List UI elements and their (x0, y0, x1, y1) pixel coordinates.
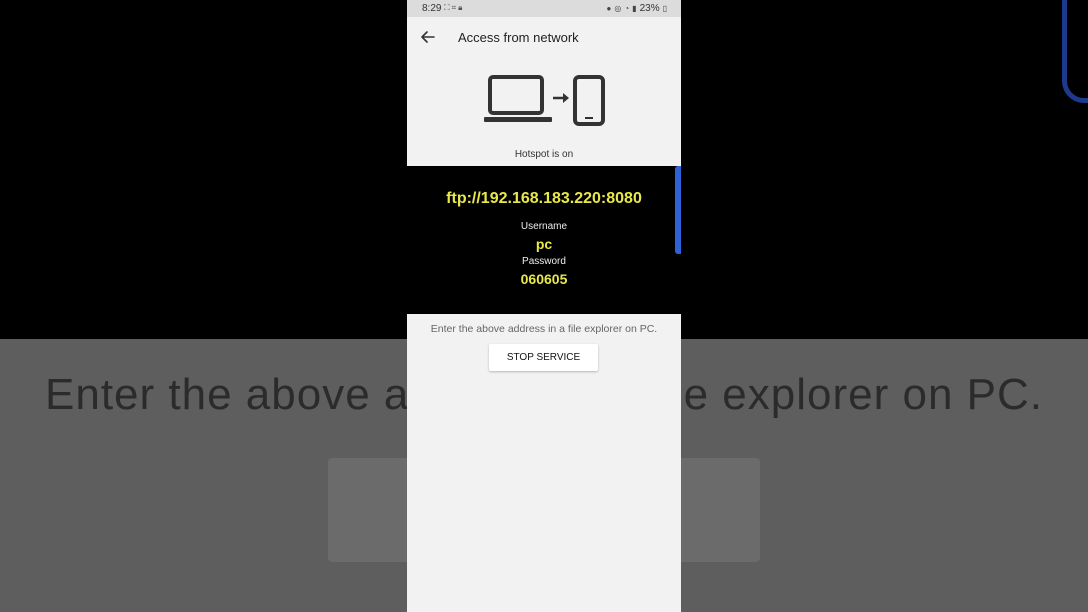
alarm-icon: ● (606, 4, 612, 13)
background-blue-edge (1062, 0, 1088, 103)
status-left-icons: ⛶⌗🔒︎ (444, 3, 464, 13)
battery-level: 23% (639, 3, 660, 14)
app-bar: Access from network (407, 17, 681, 59)
battery-icon: ▯ (662, 4, 667, 13)
status-bar: 8:29 ⛶⌗🔒︎ ● ◎ ◔ ▮ 23% ▯ (407, 0, 681, 17)
username-label: Username (520, 221, 568, 232)
back-arrow-icon (421, 31, 435, 43)
status-right: ● ◎ ◔ ▮ 23% ▯ (607, 3, 668, 14)
hotspot-status: Hotspot is on (514, 149, 574, 160)
stop-service-button[interactable]: STOP SERVICE (489, 344, 598, 371)
ftp-address: ftp://192.168.183.220:8080 (446, 190, 642, 207)
password-label: Password (522, 256, 566, 267)
phone-screen: 8:29 ⛶⌗🔒︎ ● ◎ ◔ ▮ 23% ▯ Access from netw… (407, 0, 681, 612)
connection-panel: ftp://192.168.183.220:8080 Username pc P… (407, 166, 681, 314)
status-time: 8:29 (422, 3, 442, 14)
signal-icon: ▮ (632, 4, 637, 13)
password-value: 060605 (520, 271, 568, 287)
back-button[interactable] (417, 26, 439, 48)
username-value: pc (535, 236, 553, 252)
instruction-text: Enter the above address in a file explor… (430, 323, 658, 335)
page-title: Access from network (458, 30, 579, 45)
pc-to-phone-icon (484, 75, 605, 126)
lock-icon: 🔒︎ (458, 3, 465, 12)
hotspot-icon: ◎ (614, 4, 622, 13)
screen-record-icon: ⛶ (444, 3, 452, 12)
wifi-icon: ◔ (624, 4, 630, 13)
